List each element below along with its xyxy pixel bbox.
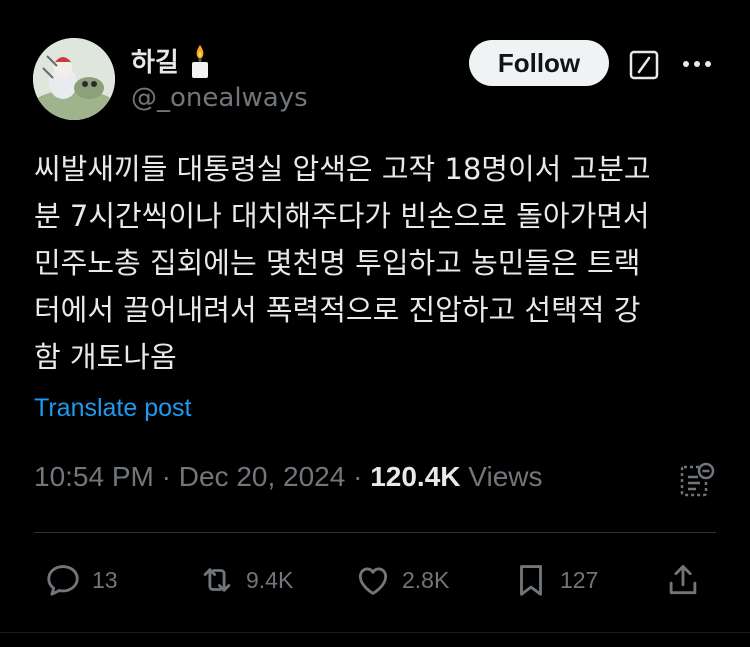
tweet-meta: 10:54 PM · Dec 20, 2024 · 120.4K Views — [34, 461, 542, 493]
share-icon — [669, 565, 697, 595]
views-count: 120.4K — [370, 461, 461, 492]
meta-separator: · — [345, 461, 371, 492]
tweet-text-line: 씨발새끼들 대통령실 압색은 고작 18명이서 고분고 — [34, 152, 651, 186]
reply-count: 13 — [92, 566, 118, 593]
tweet-text-line: 민주노총 집회에는 몇천명 투입하고 농민들은 트랙 — [34, 246, 641, 280]
more-icon[interactable] — [680, 49, 714, 79]
avatar-image — [33, 38, 115, 120]
bottom-divider — [0, 632, 750, 633]
bookmark-button[interactable]: 127 — [512, 560, 598, 600]
tweet-time[interactable]: 10:54 PM — [34, 461, 154, 492]
tweet-text: 씨발새끼들 대통령실 압색은 고작 18명이서 고분고 분 7시간씩이나 대치해… — [34, 146, 724, 381]
heart-icon — [358, 567, 388, 595]
analytics-icon[interactable] — [678, 461, 716, 499]
repost-count: 9.4K — [246, 566, 294, 593]
avatar[interactable] — [33, 38, 115, 120]
author-display-name-row[interactable]: 하길 — [131, 42, 213, 79]
grok-icon[interactable] — [628, 49, 660, 81]
share-button[interactable] — [664, 560, 702, 600]
candle-icon — [187, 43, 213, 79]
author-handle[interactable]: @_onealways — [131, 83, 308, 113]
reply-icon — [47, 565, 79, 596]
bookmark-icon — [520, 565, 542, 596]
author-display-name[interactable]: 하길 — [131, 42, 179, 79]
tweet-text-line: 함 개토나옴 — [34, 340, 177, 374]
bookmark-count: 127 — [560, 566, 599, 593]
repost-button[interactable]: 9.4K — [198, 560, 293, 600]
like-button[interactable]: 2.8K — [354, 560, 449, 600]
repost-icon — [203, 568, 231, 592]
translate-post-link[interactable]: Translate post — [34, 394, 191, 423]
meta-separator: · — [153, 461, 179, 492]
tweet-text-line: 터에서 끌어내려서 폭력적으로 진압하고 선택적 강 — [34, 293, 641, 327]
tweet-text-line: 분 7시간씩이나 대치해주다가 빈손으로 돌아가면서 — [34, 199, 650, 233]
follow-button[interactable]: Follow — [469, 40, 609, 86]
like-count: 2.8K — [402, 566, 450, 593]
views-label: Views — [468, 461, 543, 492]
divider — [34, 532, 716, 533]
tweet-date[interactable]: Dec 20, 2024 — [179, 461, 346, 492]
reply-button[interactable]: 13 — [44, 560, 118, 600]
